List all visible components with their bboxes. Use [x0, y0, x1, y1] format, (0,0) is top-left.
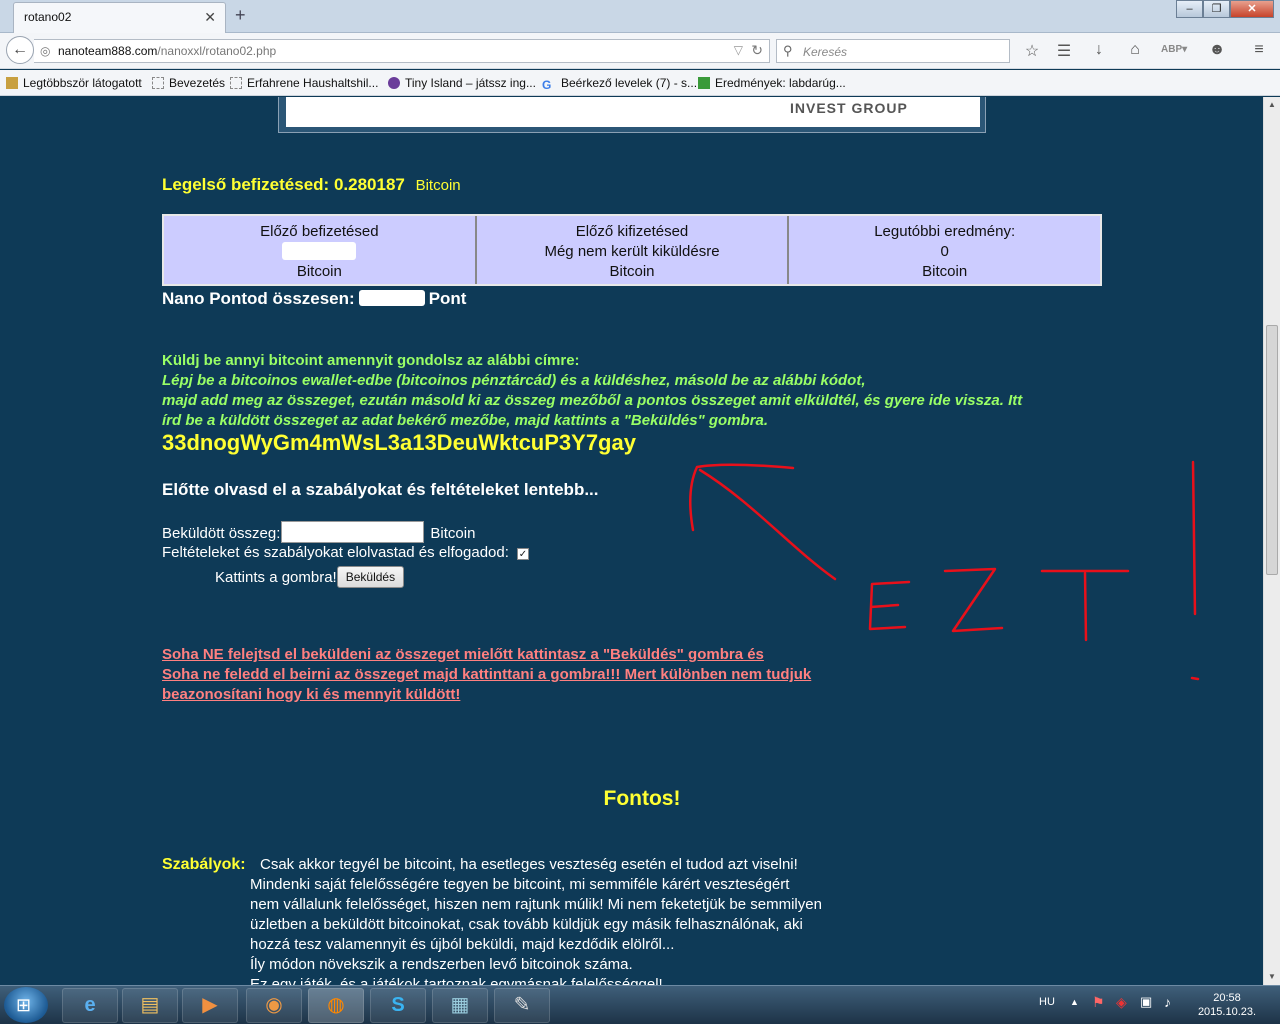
scroll-down-icon[interactable]: ▼: [1264, 969, 1280, 985]
exclamation-bar: [1191, 460, 1197, 616]
history-dropdown-icon[interactable]: ▽: [734, 43, 743, 57]
browser-tab[interactable]: rotano02 ✕: [13, 2, 226, 33]
url-host: nanoteam888.com: [58, 44, 158, 58]
internet-explorer-icon[interactable]: e: [62, 988, 118, 1023]
windows-taskbar: ⊞ e ▤ ▶ ◉ ◍ S ▦ ✎ HU ▲ ⚑ ◈ ▣ ♪ 20:58 201…: [0, 985, 1280, 1024]
search-icon: ⚲: [783, 43, 793, 58]
clock[interactable]: 20:58 2015.10.23.: [1194, 991, 1260, 1019]
search-bar[interactable]: ⚲ Keresés: [776, 39, 1010, 63]
window-controls: – ❐ ✕: [1176, 0, 1274, 20]
bookmark-results[interactable]: Eredmények: labdarúg...: [698, 76, 846, 90]
skype-icon[interactable]: S: [370, 988, 426, 1023]
firefox-icon[interactable]: ◍: [308, 988, 364, 1023]
document-app-icon[interactable]: ▦: [432, 988, 488, 1023]
minimize-button[interactable]: –: [1176, 0, 1203, 18]
bookmark-most-visited[interactable]: Legtöbbször látogatott: [6, 76, 142, 90]
new-tab-button[interactable]: +: [235, 5, 246, 26]
bookmark-star-icon[interactable]: ☆: [1021, 41, 1043, 61]
bookmark-tiny-island[interactable]: Tiny Island – játssz ing...: [388, 76, 536, 90]
close-tab-icon[interactable]: ✕: [204, 9, 216, 26]
scrollbar-thumb[interactable]: [1266, 325, 1278, 575]
media-player-icon[interactable]: ▶: [182, 988, 238, 1023]
letter-t: [1040, 569, 1130, 642]
back-button[interactable]: ←: [6, 36, 34, 64]
chrome-icon[interactable]: ◉: [246, 988, 302, 1023]
paint-icon[interactable]: ✎: [494, 988, 550, 1023]
letter-e: [868, 580, 911, 631]
windows-logo-icon: ⊞: [16, 995, 32, 1015]
page-scrollbar[interactable]: ▲ ▼: [1263, 97, 1280, 985]
arrow-shaft: [698, 468, 837, 581]
download-icon[interactable]: ↓: [1088, 41, 1110, 59]
url-bar[interactable]: ◎ nanoteam888.com/nanoxxl/rotano02.php ▽…: [34, 39, 770, 63]
clock-date: 2015.10.23.: [1197, 1006, 1257, 1018]
scroll-up-icon[interactable]: ▲: [1264, 97, 1280, 113]
bookmarks-bar: Legtöbbször látogatott Bevezetés Erfahre…: [0, 70, 1280, 96]
page-content: INVEST GROUP Legelső befizetésed: 0.2801…: [0, 97, 1263, 985]
tab-bar: rotano02 ✕ + – ❐ ✕: [0, 0, 1280, 33]
bookmark-gmail[interactable]: G Beérkező levelek (7) - s...: [542, 76, 697, 92]
restore-button[interactable]: ❐: [1203, 0, 1230, 18]
tab-title: rotano02: [24, 10, 72, 24]
game-icon: [388, 77, 400, 89]
antivirus-icon[interactable]: ◈: [1116, 994, 1127, 1011]
bookmark-icon: [6, 77, 18, 89]
search-placeholder: Keresés: [803, 45, 848, 59]
bookmark-getting-started[interactable]: Bevezetés: [152, 76, 225, 90]
volume-icon[interactable]: ♪: [1164, 994, 1171, 1010]
reading-list-icon[interactable]: ☰: [1053, 41, 1075, 61]
file-explorer-icon[interactable]: ▤: [122, 988, 178, 1023]
menu-icon[interactable]: ≡: [1248, 41, 1270, 59]
start-button[interactable]: ⊞: [4, 987, 48, 1023]
sports-icon: [698, 77, 710, 89]
close-window-button[interactable]: ✕: [1230, 0, 1274, 18]
url-path: /nanoxxl/rotano02.php: [157, 44, 277, 58]
network-icon[interactable]: ▣: [1140, 994, 1152, 1010]
show-hidden-icons-icon[interactable]: ▲: [1070, 997, 1079, 1007]
letter-z: [943, 567, 1004, 633]
globe-icon: ◎: [40, 44, 51, 58]
chat-icon[interactable]: ☻: [1206, 41, 1228, 59]
exclamation-dot: [1190, 676, 1200, 681]
clock-time: 20:58: [1213, 992, 1241, 1004]
navigation-toolbar: ← ◎ nanoteam888.com/nanoxxl/rotano02.php…: [0, 33, 1280, 69]
language-indicator[interactable]: HU: [1039, 996, 1055, 1008]
adblock-icon[interactable]: ABP▾: [1161, 44, 1187, 55]
bookmark-haushaltshilfe[interactable]: Erfahrene Haushaltshil...: [230, 76, 378, 90]
handwritten-annotation: [689, 460, 1200, 681]
home-icon[interactable]: ⌂: [1124, 41, 1146, 59]
page-icon: [230, 77, 242, 89]
reload-icon[interactable]: ↻: [751, 42, 763, 59]
url-text: nanoteam888.com/nanoxxl/rotano02.php: [58, 44, 276, 58]
page-icon: [152, 77, 164, 89]
action-center-icon[interactable]: ⚑: [1092, 994, 1105, 1011]
google-icon: G: [542, 78, 552, 92]
